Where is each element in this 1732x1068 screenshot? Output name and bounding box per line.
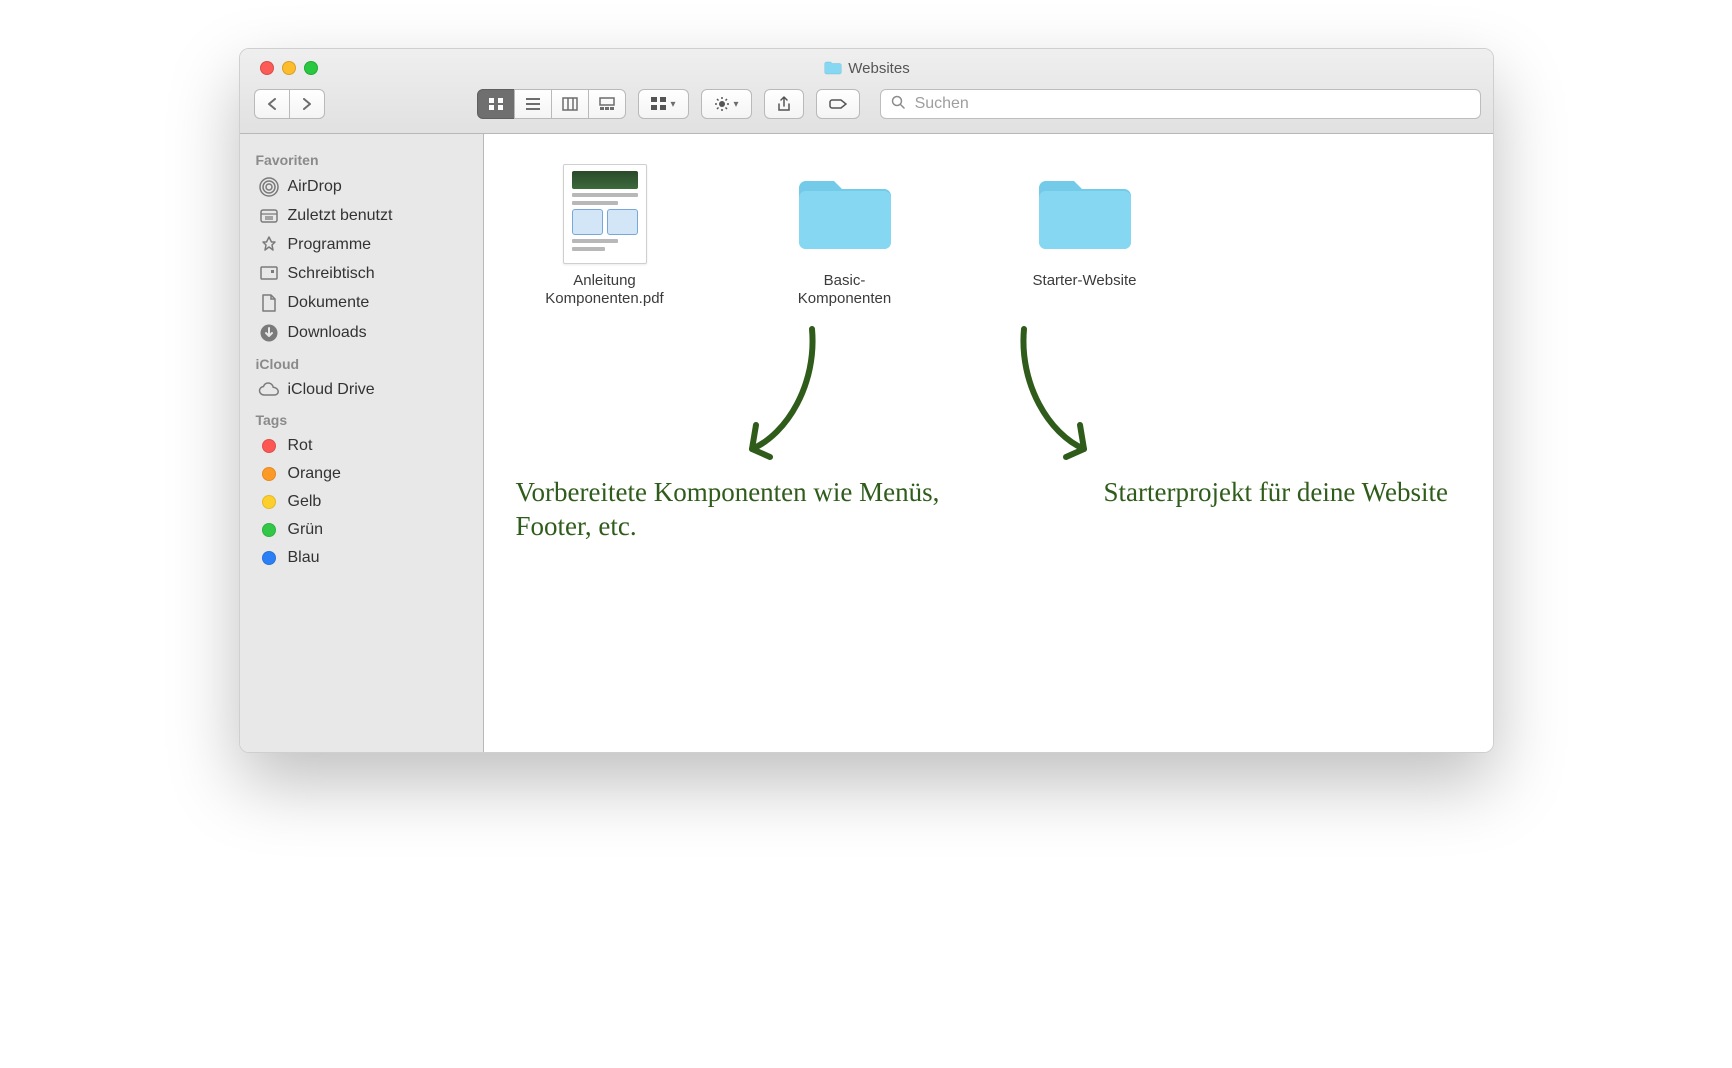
- view-gallery-button[interactable]: [588, 89, 626, 119]
- sidebar-tag-orange[interactable]: Orange: [240, 460, 483, 488]
- applications-icon: [258, 235, 280, 255]
- search-field[interactable]: [880, 89, 1481, 119]
- window-title-text: Websites: [848, 60, 909, 77]
- group-by-button[interactable]: ▾: [638, 89, 689, 119]
- sidebar-item-label: Dokumente: [288, 294, 370, 312]
- sidebar-item-label: Zuletzt benutzt: [288, 207, 393, 225]
- sidebar-item-downloads[interactable]: Downloads: [240, 318, 483, 348]
- sidebar-tag-red[interactable]: Rot: [240, 432, 483, 460]
- tag-dot-icon: [258, 467, 280, 481]
- file-name: Anleitung Komponenten.pdf: [530, 272, 680, 308]
- sidebar-item-applications[interactable]: Programme: [240, 230, 483, 260]
- annotation-text-right: Starterprojekt für deine Website: [1104, 476, 1484, 510]
- sidebar-item-desktop[interactable]: Schreibtisch: [240, 260, 483, 288]
- finder-window: Websites ▾ ▾: [239, 48, 1494, 753]
- sidebar-item-label: AirDrop: [288, 178, 342, 196]
- file-item-pdf[interactable]: Anleitung Komponenten.pdf: [530, 154, 680, 308]
- file-items: Anleitung Komponenten.pdf Basic- Kompone…: [530, 154, 1473, 308]
- annotation-text-left: Vorbereitete Komponenten wie Menüs, Foot…: [516, 476, 1016, 544]
- sidebar-item-label: Rot: [288, 437, 313, 455]
- tag-dot-icon: [258, 439, 280, 453]
- sidebar-heading: Tags: [240, 408, 483, 432]
- chevron-down-icon: ▾: [734, 99, 739, 110]
- sidebar-section-tags: Tags Rot Orange Gelb Grün: [240, 408, 483, 572]
- sidebar-item-label: Schreibtisch: [288, 265, 375, 283]
- search-input[interactable]: [913, 94, 1470, 114]
- sidebar-item-airdrop[interactable]: AirDrop: [240, 172, 483, 202]
- action-menu-button[interactable]: ▾: [701, 89, 752, 119]
- sidebar-item-label: Programme: [288, 236, 372, 254]
- sidebar-item-label: iCloud Drive: [288, 381, 375, 399]
- tag-dot-icon: [258, 551, 280, 565]
- sidebar-item-label: Orange: [288, 465, 341, 483]
- sidebar-item-label: Gelb: [288, 493, 322, 511]
- documents-icon: [258, 293, 280, 313]
- search-container: [880, 89, 1481, 119]
- close-button[interactable]: [260, 61, 274, 75]
- toolbar: Websites ▾ ▾: [240, 49, 1493, 134]
- share-button[interactable]: [764, 89, 804, 119]
- view-mode-switcher: [477, 89, 626, 119]
- zoom-button[interactable]: [304, 61, 318, 75]
- chevron-down-icon: ▾: [671, 99, 676, 110]
- recents-icon: [258, 207, 280, 225]
- airdrop-icon: [258, 177, 280, 197]
- sidebar-item-label: Grün: [288, 521, 324, 539]
- folder-icon: [1035, 164, 1135, 264]
- tag-dot-icon: [258, 495, 280, 509]
- desktop-icon: [258, 265, 280, 283]
- titlebar: Websites: [254, 57, 1481, 80]
- sidebar: Favoriten AirDrop Zuletzt benutzt Progra…: [240, 134, 484, 752]
- nav-back-button[interactable]: [254, 89, 290, 119]
- view-list-button[interactable]: [514, 89, 552, 119]
- sidebar-item-recents[interactable]: Zuletzt benutzt: [240, 202, 483, 230]
- sidebar-tag-green[interactable]: Grün: [240, 516, 483, 544]
- window-body: Favoriten AirDrop Zuletzt benutzt Progra…: [240, 134, 1493, 752]
- file-name: Starter-Website: [1010, 272, 1160, 290]
- window-title: Websites: [824, 60, 909, 77]
- sidebar-heading: Favoriten: [240, 148, 483, 172]
- sidebar-item-icloud-drive[interactable]: iCloud Drive: [240, 376, 483, 404]
- document-thumbnail-icon: [555, 164, 655, 264]
- nav-forward-button[interactable]: [289, 89, 325, 119]
- sidebar-item-label: Blau: [288, 549, 320, 567]
- icloud-icon: [258, 382, 280, 398]
- sidebar-item-label: Downloads: [288, 324, 367, 342]
- sidebar-item-documents[interactable]: Dokumente: [240, 288, 483, 318]
- folder-icon: [795, 164, 895, 264]
- sidebar-tag-blue[interactable]: Blau: [240, 544, 483, 572]
- sidebar-tag-yellow[interactable]: Gelb: [240, 488, 483, 516]
- search-icon: [891, 95, 905, 114]
- view-icon-button[interactable]: [477, 89, 515, 119]
- nav-buttons: [254, 89, 325, 119]
- file-item-folder[interactable]: Basic- Komponenten: [770, 154, 920, 308]
- tag-dot-icon: [258, 523, 280, 537]
- downloads-icon: [258, 323, 280, 343]
- file-item-folder[interactable]: Starter-Website: [1010, 154, 1160, 290]
- window-controls: [260, 61, 318, 75]
- annotation-arrow-icon: [732, 324, 832, 469]
- sidebar-section-icloud: iCloud iCloud Drive: [240, 352, 483, 404]
- minimize-button[interactable]: [282, 61, 296, 75]
- view-columns-button[interactable]: [551, 89, 589, 119]
- sidebar-heading: iCloud: [240, 352, 483, 376]
- folder-icon: [824, 61, 842, 75]
- toolbar-controls: ▾ ▾: [254, 84, 1481, 125]
- sidebar-section-favorites: Favoriten AirDrop Zuletzt benutzt Progra…: [240, 148, 483, 348]
- tags-button[interactable]: [816, 89, 860, 119]
- file-name: Basic- Komponenten: [770, 272, 920, 308]
- annotation-arrow-icon: [1004, 324, 1104, 469]
- content-area[interactable]: Anleitung Komponenten.pdf Basic- Kompone…: [484, 134, 1493, 752]
